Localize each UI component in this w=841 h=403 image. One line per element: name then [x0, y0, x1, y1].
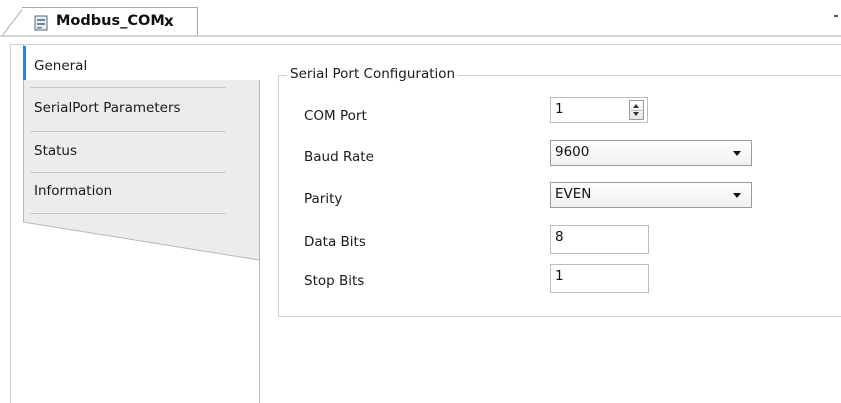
tab-close-button[interactable]: x	[164, 12, 174, 30]
parity-value: EVEN	[555, 186, 592, 202]
tab-strip-divider	[0, 35, 841, 37]
stop-bits-label: Stop Bits	[304, 273, 365, 289]
spin-down-arrow-icon[interactable]	[633, 112, 639, 116]
tab-overflow-indicator[interactable]	[834, 15, 838, 17]
nav-item-information[interactable]: Information	[34, 183, 112, 199]
parity-label: Parity	[304, 191, 343, 207]
chevron-down-icon	[733, 151, 741, 156]
selected-item-accent	[23, 46, 26, 80]
tab-modbus-com[interactable]: Modbus_COM x	[22, 7, 198, 36]
baud-rate-label: Baud Rate	[304, 149, 374, 165]
nav-separator	[30, 172, 226, 173]
baud-rate-dropdown[interactable]: 9600	[550, 140, 752, 166]
tab-title: Modbus_COM	[56, 13, 165, 29]
group-title: Serial Port Configuration	[287, 66, 459, 82]
spin-divider	[631, 110, 642, 111]
content-top-border	[10, 44, 841, 45]
stop-bits-value: 1	[555, 268, 564, 284]
nav-separator	[30, 213, 226, 214]
device-document-icon	[34, 15, 48, 31]
nav-item-serialport-parameters[interactable]: SerialPort Parameters	[34, 100, 181, 116]
data-bits-label: Data Bits	[304, 234, 366, 250]
nav-item-status[interactable]: Status	[34, 143, 77, 159]
editor-tab-strip: Modbus_COM x	[0, 0, 841, 38]
nav-item-general[interactable]: General	[34, 58, 87, 74]
parity-dropdown[interactable]: EVEN	[550, 182, 752, 208]
data-bits-input[interactable]: 8	[550, 225, 649, 254]
chevron-down-icon	[733, 193, 741, 198]
tab-slant-edge	[1, 6, 25, 37]
stop-bits-input[interactable]: 1	[550, 264, 649, 293]
data-bits-value: 8	[555, 229, 564, 245]
nav-separator	[30, 87, 226, 88]
com-port-spin-buttons[interactable]	[629, 100, 644, 120]
baud-rate-value: 9600	[555, 144, 590, 160]
com-port-label: COM Port	[304, 108, 367, 124]
nav-separator	[30, 131, 226, 132]
spin-up-arrow-icon[interactable]	[633, 104, 639, 108]
com-port-value: 1	[555, 101, 564, 117]
